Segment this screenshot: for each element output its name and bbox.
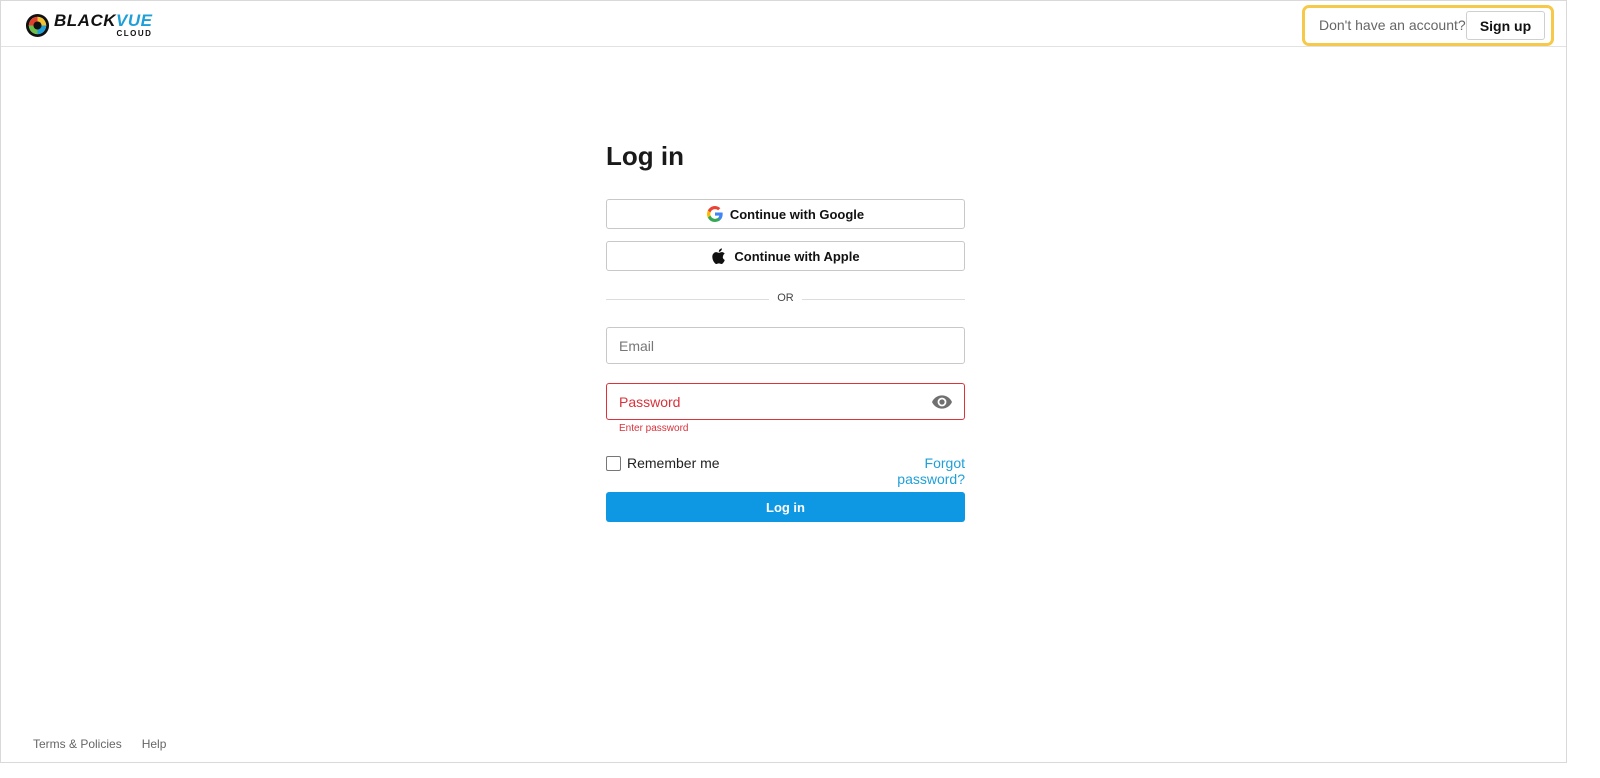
blackvue-cloud-logo[interactable]: BLACKVUE CLOUD [25,11,152,39]
logo-subtitle: CLOUD [116,29,153,38]
page-title: Log in [606,141,684,171]
signup-highlight: Don't have an account? Sign up [1302,5,1554,46]
or-divider: OR [606,291,965,307]
page-frame: BLACKVUE CLOUD Don't have an account? Si… [0,0,1567,763]
password-input[interactable] [607,384,964,419]
footer: Terms & Policies Help [33,737,166,751]
remember-me-label: Remember me [627,455,720,471]
logo-word-black: BLACK [54,11,116,30]
checkbox-box[interactable] [606,455,621,471]
blackvue-logo-icon [25,13,50,37]
google-icon [706,206,723,222]
google-button-label: Continue with Google [729,206,865,222]
log-in-button[interactable]: Log in [606,492,965,522]
logo-word-blue: VUE [116,11,153,30]
password-error-message: Enter password [619,423,689,434]
signup-prompt: Don't have an account? [1319,17,1466,33]
logo-word: BLACKVUE [54,12,152,29]
remember-me-checkbox[interactable]: Remember me [606,454,720,472]
apple-icon [711,248,727,264]
email-input[interactable] [607,328,964,363]
logo-wordmark: BLACKVUE CLOUD [54,12,152,38]
continue-with-google-button[interactable]: Continue with Google [606,199,965,229]
password-field-wrapper [606,383,965,420]
divider-text: OR [777,292,794,304]
eye-icon[interactable] [932,394,952,410]
apple-button-label: Continue with Apple [734,248,860,264]
forgot-password-link[interactable]: Forgot password? [859,455,965,487]
sign-up-button[interactable]: Sign up [1466,11,1545,40]
divider-line-right [802,299,965,300]
email-field-wrapper [606,327,965,364]
continue-with-apple-button[interactable]: Continue with Apple [606,241,965,271]
help-link[interactable]: Help [142,737,167,751]
top-header: BLACKVUE CLOUD Don't have an account? Si… [1,1,1566,47]
terms-policies-link[interactable]: Terms & Policies [33,737,122,751]
